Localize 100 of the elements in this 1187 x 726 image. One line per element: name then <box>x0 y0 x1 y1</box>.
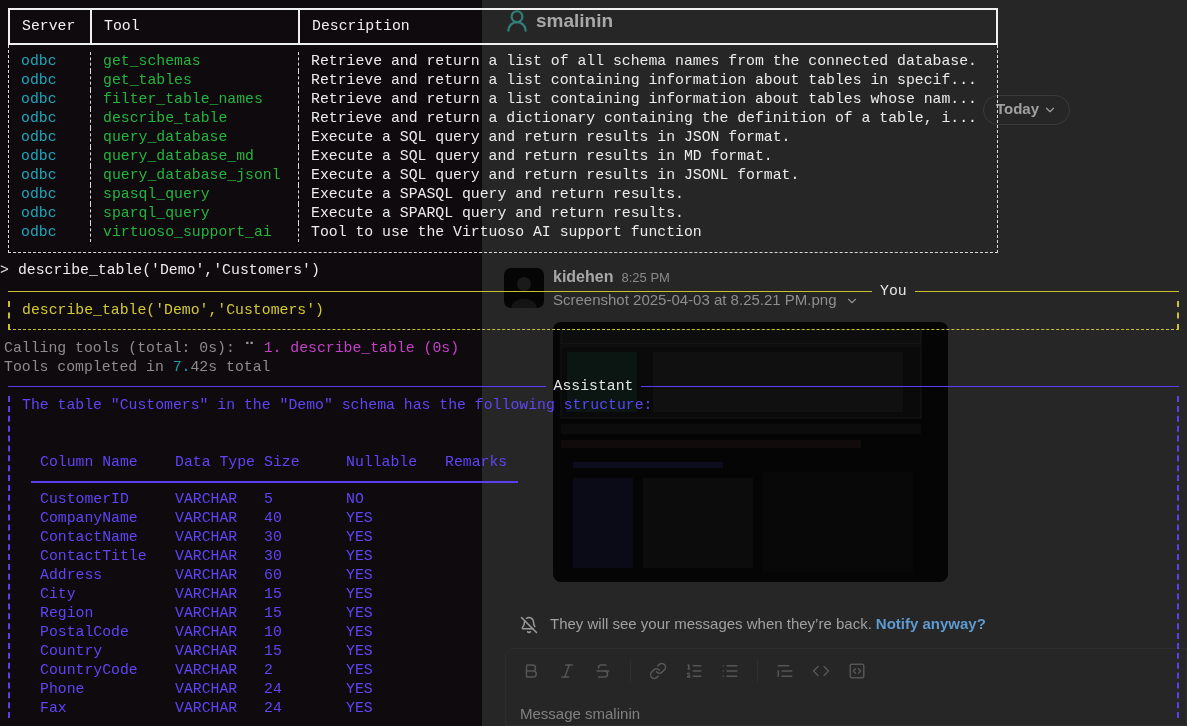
table-cell: sparql_query <box>91 204 299 223</box>
table-cell-text: Retrieve and return a list containing information about tables whose nam... <box>310 90 978 109</box>
message-composer[interactable]: Message smalinin <box>505 647 1187 726</box>
table-cell: odbc <box>9 109 91 128</box>
table-cell-text: Retrieve and return a dictionary containing the definition of a table, i... <box>310 109 978 128</box>
message-field[interactable]: Message smalinin <box>506 702 1186 725</box>
table-cell-text: VARCHAR <box>175 490 239 509</box>
column-header: Description <box>312 17 410 37</box>
table-cell: odbc <box>9 223 91 242</box>
table-cell-text: ContactTitle <box>40 547 148 566</box>
table-cell: odbc <box>9 185 91 204</box>
table-cell-text: 24 <box>264 699 283 718</box>
table-cell-text: YES <box>346 547 374 566</box>
table-cell-text: YES <box>346 642 374 661</box>
table-cell-text: Retrieve and return a list of all schema names from the connected database. <box>310 52 978 71</box>
table-cell-text: Retrieve and return a list containing information about tables in specif... <box>310 71 978 90</box>
table-cell-text: Execute a SQL query and return results in JSON format. <box>310 128 792 147</box>
column-header: Tool <box>104 17 140 37</box>
table-cell-text: 40 <box>264 509 283 528</box>
status-text: ⠉ <box>243 339 256 358</box>
column-header: Server <box>22 17 76 37</box>
bell-icon <box>520 615 538 634</box>
table-cell: odbc <box>9 71 91 90</box>
table-cell: odbc <box>9 166 91 185</box>
code-block-icon[interactable] <box>848 661 866 680</box>
table-cell: describe_table <box>91 109 299 128</box>
prompt-marker: > <box>0 261 9 280</box>
table-cell: odbc <box>9 52 91 71</box>
column-header: Nullable <box>346 453 419 472</box>
table-cell-text: NO <box>346 490 365 509</box>
status-text: 1. describe_table (0s) <box>263 339 460 358</box>
table-cell-text: 10 <box>264 623 283 642</box>
table-cell: odbc <box>9 128 91 147</box>
avatar-icon <box>504 267 544 308</box>
column-header: Column Name <box>40 453 139 472</box>
table-cell-text: VARCHAR <box>175 699 239 718</box>
table-cell-text: Execute a SQL query and return results in JSONL format. <box>310 166 801 185</box>
table-cell-text: City <box>40 585 77 604</box>
status-text: Tools completed in <box>4 358 165 377</box>
table-cell-text: VARCHAR <box>175 547 239 566</box>
strikethrough-icon[interactable] <box>594 661 612 680</box>
table-cell-text: VARCHAR <box>175 604 239 623</box>
table-cell: spasql_query <box>91 185 299 204</box>
table-cell-text: Fax <box>40 699 68 718</box>
author-name[interactable]: kidehen <box>553 267 614 285</box>
table-cell-text: VARCHAR <box>175 680 239 699</box>
table-cell-text: Address <box>40 566 104 585</box>
table-cell-text: CustomerID <box>40 490 130 509</box>
table-cell-text: Execute a SPASQL query and return results. <box>310 185 685 204</box>
prompt-command[interactable]: describe_table('Demo','Customers') <box>17 261 320 280</box>
table-cell: query_database_jsonl <box>91 166 299 185</box>
table-cell-text: 5 <box>264 490 274 509</box>
table-cell-text: VARCHAR <box>175 661 239 680</box>
table-cell-text: YES <box>346 604 374 623</box>
table-cell-text: CompanyName <box>40 509 139 528</box>
assistant-message-text: The table "Customers" in the "Demo" schema has the following structure: <box>22 396 653 415</box>
table-cell-text: YES <box>346 585 374 604</box>
link-icon[interactable] <box>649 661 667 680</box>
table-cell-text: VARCHAR <box>175 642 239 661</box>
table-cell-text: Tool to use the Virtuoso AI support function <box>310 223 703 242</box>
table-cell-text: Country <box>40 642 104 661</box>
table-cell-text: YES <box>346 528 374 547</box>
message-label: You <box>879 282 908 302</box>
user-icon <box>504 7 530 34</box>
table-cell-text: VARCHAR <box>175 509 239 528</box>
attachment-name: Screenshot 2025-04-03 at 8.25.21 PM.png <box>553 290 837 311</box>
table-cell: get_schemas <box>91 52 299 71</box>
notify-link[interactable]: Notify anyway? <box>875 613 986 636</box>
table-cell-text: ContactName <box>40 528 139 547</box>
table-cell: odbc <box>9 147 91 166</box>
table-cell-text: VARCHAR <box>175 585 239 604</box>
table-cell: get_tables <box>91 71 299 90</box>
table-cell-text: YES <box>346 661 374 680</box>
table-cell-text: VARCHAR <box>175 566 239 585</box>
column-header: Size <box>264 453 301 472</box>
table-cell-text: VARCHAR <box>175 623 239 642</box>
italic-icon[interactable] <box>558 661 576 680</box>
conversation-title: smalinin <box>536 8 614 33</box>
table-cell: filter_table_names <box>91 90 299 109</box>
table-cell: query_database_md <box>91 147 299 166</box>
table-cell: odbc <box>9 204 91 223</box>
column-header: Data Type <box>175 453 256 472</box>
status-text: 42s total <box>190 358 271 377</box>
table-cell-text: Execute a SQL query and return results in MD format. <box>310 147 774 166</box>
table-cell-text: CountryCode <box>40 661 139 680</box>
table-cell: query_database <box>91 128 299 147</box>
table-cell-text: PostalCode <box>40 623 130 642</box>
table-cell-text: 15 <box>264 604 283 623</box>
table-cell-text: 15 <box>264 585 283 604</box>
numbered-list-icon[interactable] <box>685 661 703 680</box>
table-cell-text: 2 <box>264 661 274 680</box>
table-cell-text: 60 <box>264 566 283 585</box>
table-cell-text: 30 <box>264 547 283 566</box>
message-label: Assistant <box>552 377 635 397</box>
table-cell-text: 30 <box>264 528 283 547</box>
table-cell-text: 15 <box>264 642 283 661</box>
column-header: Remarks <box>445 453 509 472</box>
table-cell-text: Phone <box>40 680 86 699</box>
table-cell-text: Execute a SPARQL query and return results. <box>310 204 685 223</box>
table-cell-text: 24 <box>264 680 283 699</box>
